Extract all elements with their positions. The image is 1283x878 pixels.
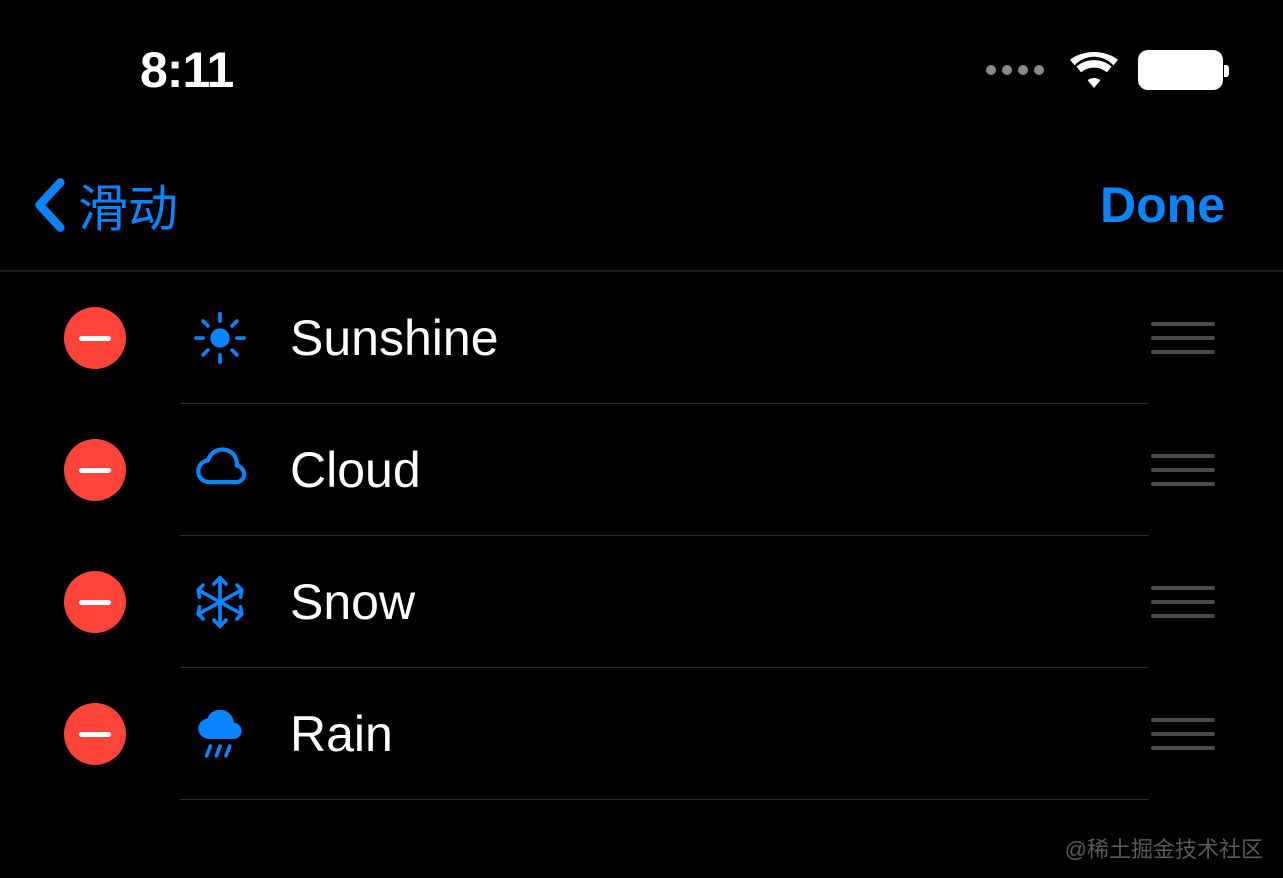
done-button[interactable]: Done xyxy=(1100,176,1225,234)
list-item-label: Sunshine xyxy=(290,309,1151,367)
list-item[interactable]: Snow xyxy=(64,536,1219,668)
list-item[interactable]: Sunshine xyxy=(64,272,1219,404)
list-item-label: Rain xyxy=(290,705,1151,763)
drag-handle-icon[interactable] xyxy=(1151,454,1219,486)
editable-list: Sunshine Cloud Snow Rain xyxy=(0,272,1283,800)
list-item-label: Cloud xyxy=(290,441,1151,499)
delete-button[interactable] xyxy=(64,439,126,501)
back-label: 滑动 xyxy=(78,169,178,241)
minus-icon xyxy=(79,600,111,605)
delete-button[interactable] xyxy=(64,307,126,369)
cellular-dots-icon xyxy=(986,65,1044,75)
list-item[interactable]: Rain xyxy=(64,668,1219,800)
sun-icon xyxy=(180,309,260,367)
watermark: @稀土掘金技术社区 xyxy=(1065,832,1263,864)
snowflake-icon xyxy=(180,573,260,631)
minus-icon xyxy=(79,336,111,341)
back-button[interactable]: 滑动 xyxy=(32,169,178,241)
battery-icon xyxy=(1138,50,1223,90)
drag-handle-icon[interactable] xyxy=(1151,586,1219,618)
minus-icon xyxy=(79,468,111,473)
delete-button[interactable] xyxy=(64,571,126,633)
drag-handle-icon[interactable] xyxy=(1151,718,1219,750)
cloud-icon xyxy=(180,441,260,499)
rain-icon xyxy=(180,705,260,763)
delete-button[interactable] xyxy=(64,703,126,765)
list-item-label: Snow xyxy=(290,573,1151,631)
chevron-left-icon xyxy=(32,176,66,234)
list-item[interactable]: Cloud xyxy=(64,404,1219,536)
nav-bar: 滑动 Done xyxy=(0,140,1283,270)
wifi-icon xyxy=(1070,52,1118,88)
drag-handle-icon[interactable] xyxy=(1151,322,1219,354)
status-time: 8:11 xyxy=(140,41,233,99)
status-bar: 8:11 xyxy=(0,0,1283,140)
minus-icon xyxy=(79,732,111,737)
status-icons xyxy=(986,50,1223,90)
